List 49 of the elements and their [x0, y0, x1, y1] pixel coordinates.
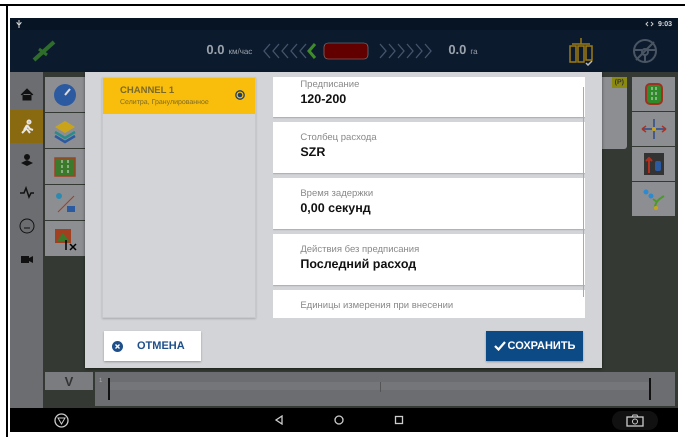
- tool-tile[interactable]: [632, 112, 675, 146]
- recent-apps-icon[interactable]: [394, 415, 404, 425]
- runner-icon[interactable]: [18, 118, 34, 134]
- radio-checked-icon[interactable]: [235, 90, 246, 100]
- setting-value: 120-200: [300, 92, 348, 106]
- setting-label: Столбец расхода: [300, 132, 378, 143]
- tool-tile[interactable]: [632, 77, 675, 111]
- setting-card[interactable]: Время задержки 0,00 секунд: [273, 178, 585, 229]
- setting-card[interactable]: Предписание 120-200: [273, 77, 585, 117]
- setting-card[interactable]: Столбец расхода SZR: [273, 122, 585, 173]
- back-icon[interactable]: [274, 415, 284, 425]
- tool-tile[interactable]: [45, 221, 85, 256]
- save-button[interactable]: СОХРАНИТЬ: [486, 331, 583, 361]
- setting-label: Единицы измерения при внесении: [300, 300, 454, 311]
- scrollbar[interactable]: [583, 87, 584, 297]
- tool-tile[interactable]: [632, 147, 675, 181]
- steering-wheel-icon[interactable]: [632, 38, 658, 64]
- setting-label: Действия без предписания: [300, 244, 420, 255]
- implement-icon[interactable]: [568, 36, 594, 66]
- home-icon[interactable]: [334, 415, 344, 425]
- camera-icon: [626, 414, 644, 426]
- tool-tile[interactable]: [45, 185, 85, 220]
- area-unit: га: [470, 47, 478, 56]
- screenshot-button[interactable]: [612, 410, 658, 430]
- tool-tile[interactable]: [45, 77, 85, 112]
- gauge-icon: [52, 82, 78, 108]
- usb-icon: [16, 20, 22, 28]
- channel-title: CHANNEL 1: [120, 84, 176, 96]
- area-value: 0.0: [448, 42, 466, 57]
- close-circle-icon: [112, 340, 123, 352]
- speed-value: 0.0: [206, 42, 224, 57]
- check-icon: [494, 341, 506, 351]
- setting-value: Последний расход: [300, 257, 418, 271]
- setting-card[interactable]: Единицы измерения при внесении: [273, 290, 585, 318]
- pulse-icon[interactable]: [18, 184, 34, 200]
- setting-value: 0,00 секунд: [300, 201, 372, 215]
- cancel-button[interactable]: ОТМЕНА: [104, 331, 201, 361]
- shield-logo-icon[interactable]: [54, 412, 69, 428]
- setting-value: SZR: [300, 145, 326, 159]
- speed-unit: км/час: [228, 47, 252, 56]
- tool-tile[interactable]: [45, 113, 85, 148]
- tool-tile[interactable]: [632, 182, 675, 216]
- setting-card[interactable]: Действия без предписания Последний расход: [273, 234, 585, 285]
- signal-arrows-icon: [644, 21, 654, 27]
- section-divider: [380, 382, 381, 392]
- setting-label: Время задержки: [300, 188, 374, 199]
- tool-tile[interactable]: [45, 149, 85, 184]
- setting-label: Предписание: [300, 79, 360, 90]
- satellite-icon[interactable]: [32, 40, 56, 62]
